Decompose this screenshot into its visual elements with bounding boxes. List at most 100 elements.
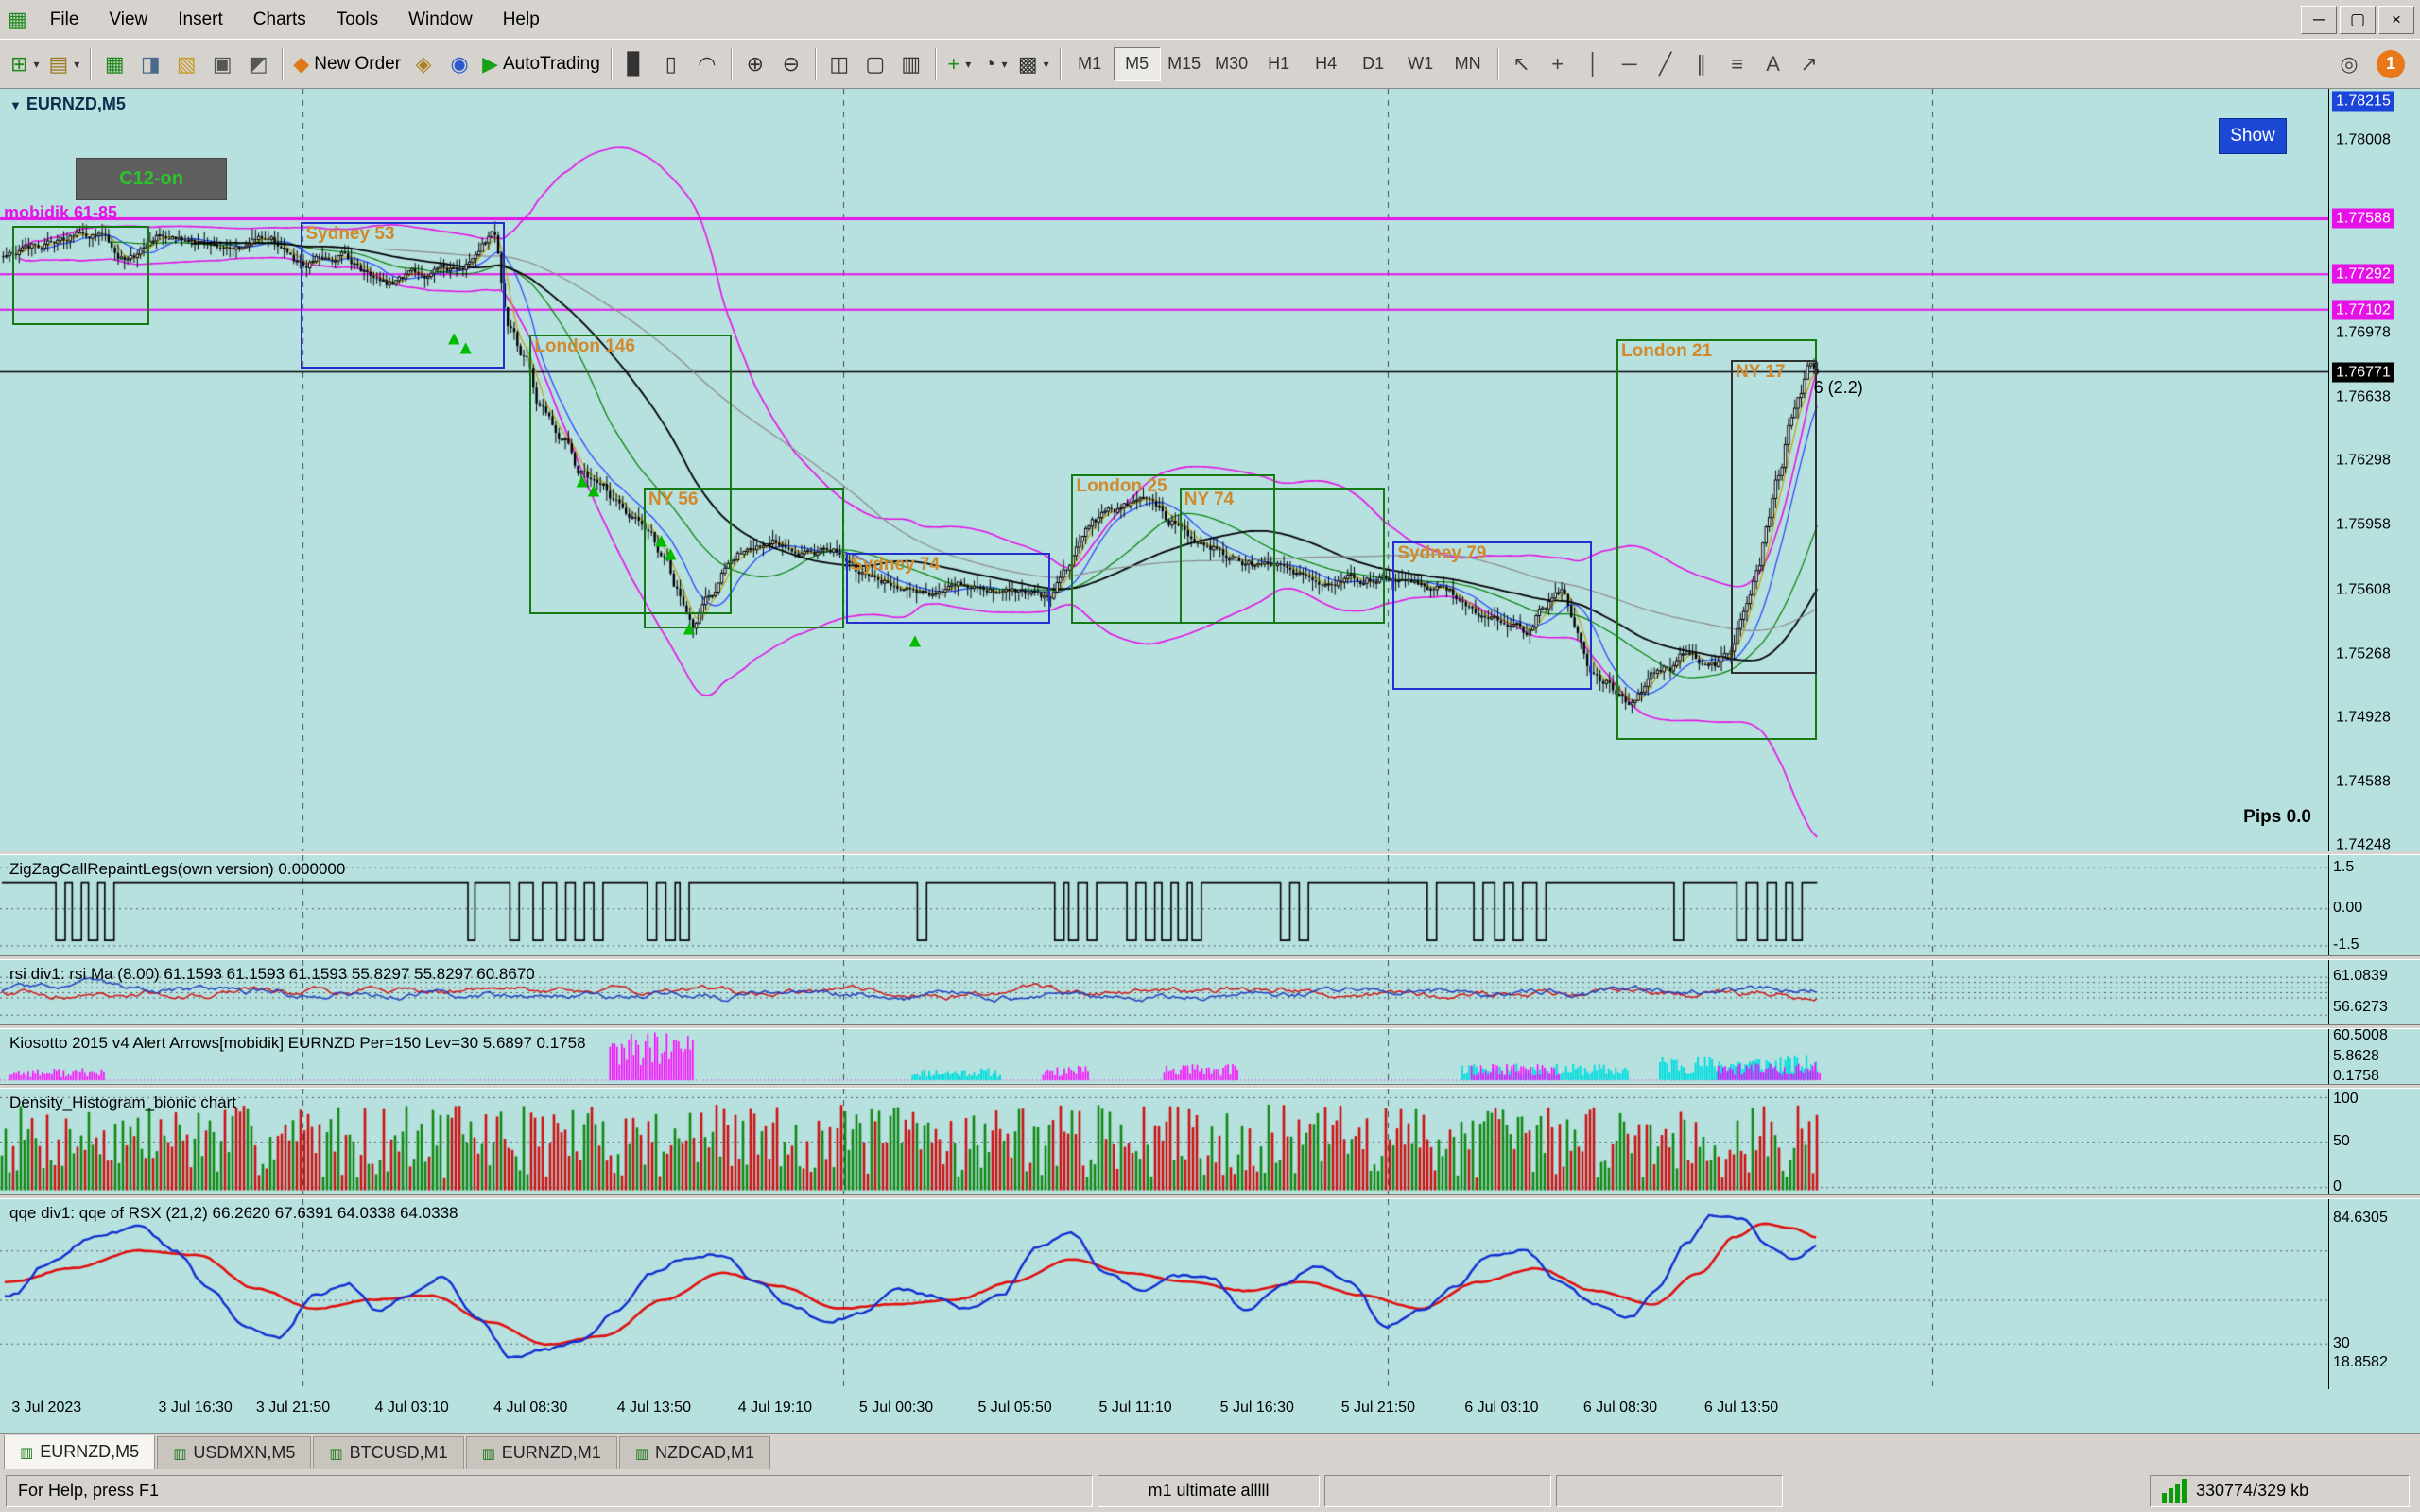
main-chart-canvas[interactable] [0, 89, 2328, 850]
cursor-tool-button[interactable]: ↖ [1504, 45, 1540, 83]
navigator-button[interactable]: ▧ [168, 45, 204, 83]
connection-bars-icon [2162, 1479, 2187, 1503]
metaeditor-button[interactable]: ◈ [406, 45, 441, 83]
chart-tab-eurnzd-m1[interactable]: ▥EURNZD,M1 [466, 1436, 617, 1469]
chart-menu-arrow-icon[interactable]: ▼ [9, 98, 22, 112]
menu-window[interactable]: Window [393, 0, 488, 39]
periods-button[interactable]: ◔▾ [977, 45, 1013, 83]
new-order-button[interactable]: ◆New Order [288, 45, 406, 83]
line-chart-button[interactable]: ◠ [689, 45, 725, 83]
zoom-in-button-icon: ⊕ [747, 52, 764, 77]
scale-label: 84.6305 [2333, 1210, 2388, 1227]
chart-annotation: 6 (2.2) [1814, 378, 1863, 398]
chart-tab-label: BTCUSD,M1 [350, 1443, 448, 1463]
buy-arrow-icon: ▲ [584, 480, 604, 500]
rsi-area[interactable]: rsi div1: rsi Ma (8.00) 61.1593 61.1593 … [0, 960, 2328, 1024]
time-label: 5 Jul 21:50 [1341, 1400, 1415, 1417]
status-help: For Help, press F1 [6, 1475, 1093, 1507]
search-button[interactable]: ◎ [2331, 45, 2367, 83]
scale-label: 1.5 [2333, 859, 2354, 876]
price-scale-label: 1.76771 [2332, 362, 2394, 382]
minimize-button[interactable]: ─ [2301, 6, 2337, 34]
toolbar-separator [731, 48, 732, 80]
kiosotto-area[interactable]: Kiosotto 2015 v4 Alert Arrows[mobidik] E… [0, 1029, 2328, 1084]
new-order-button-icon: ◆ [293, 52, 309, 77]
fibonacci-tool-button[interactable]: ≡ [1720, 45, 1755, 83]
vertical-line-tool-button[interactable]: │ [1576, 45, 1612, 83]
autotrading-button[interactable]: ▶AutoTrading [477, 45, 605, 83]
experts-button[interactable]: ◉ [441, 45, 477, 83]
menu-charts[interactable]: Charts [238, 0, 321, 39]
text-tool-button[interactable]: A [1755, 45, 1791, 83]
data-window-button[interactable]: ◨ [132, 45, 168, 83]
qqe-scale: 84.63053018.8582 [2328, 1199, 2420, 1389]
timeframe-h1-button[interactable]: H1 [1255, 47, 1303, 81]
horizontal-line-tool-button[interactable]: ─ [1612, 45, 1648, 83]
indicators-button[interactable]: +▾ [942, 45, 977, 83]
cascade-windows-button[interactable]: ▢ [857, 45, 893, 83]
profiles-button[interactable]: ▤▾ [43, 45, 84, 83]
chart-tab-label: EURNZD,M5 [40, 1442, 139, 1462]
menu-view[interactable]: View [94, 0, 163, 39]
pips-label: Pips 0.0 [2243, 807, 2311, 828]
timeframe-w1-button[interactable]: W1 [1397, 47, 1444, 81]
chevron-down-icon[interactable]: ▾ [1044, 58, 1049, 71]
chart-tab-nzdcad-m1[interactable]: ▥NZDCAD,M1 [619, 1436, 770, 1469]
restore-button[interactable]: ▢ [2340, 6, 2376, 34]
arrow-tool-button[interactable]: ↗ [1791, 45, 1827, 83]
zigzag-area[interactable]: ZigZagCallRepaintLegs(own version) 0.000… [0, 855, 2328, 955]
main-chart-area[interactable]: ▼ EURNZD,M5 C12-on mobidik 61-85 Show Pi… [0, 89, 2328, 850]
zoom-out-button[interactable]: ⊖ [773, 45, 809, 83]
chart-tab-usdmxn-m5[interactable]: ▥USDMXN,M5 [157, 1436, 311, 1469]
menu-file[interactable]: File [35, 0, 95, 39]
timeframe-m15-button[interactable]: M15 [1161, 47, 1208, 81]
menu-tools[interactable]: Tools [321, 0, 393, 39]
main-chart-pane: ▼ EURNZD,M5 C12-on mobidik 61-85 Show Pi… [0, 89, 2420, 850]
chevron-down-icon[interactable]: ▾ [33, 58, 39, 71]
timeframe-m5-button[interactable]: M5 [1114, 47, 1161, 81]
candlestick-chart-button[interactable]: ▯ [653, 45, 689, 83]
templates-button[interactable]: ▩▾ [1013, 45, 1054, 83]
timeframe-d1-button[interactable]: D1 [1350, 47, 1397, 81]
market-watch-button[interactable]: ▦ [96, 45, 132, 83]
trendline-tool-button[interactable]: ╱ [1648, 45, 1684, 83]
session-label: NY 74 [1184, 490, 1234, 510]
strategy-tester-button[interactable]: ◩ [240, 45, 276, 83]
chevron-down-icon[interactable]: ▾ [74, 58, 79, 71]
density-area[interactable]: Density_Histogram_bionic chart [0, 1089, 2328, 1194]
show-button[interactable]: Show [2219, 118, 2287, 154]
terminal-button[interactable]: ▣ [204, 45, 240, 83]
chart-tab-btcusd-m1[interactable]: ▥BTCUSD,M1 [313, 1436, 463, 1469]
price-scale-label: 1.75958 [2332, 514, 2391, 534]
kiosotto-pane: Kiosotto 2015 v4 Alert Arrows[mobidik] E… [0, 1029, 2420, 1084]
chart-tab-label: NZDCAD,M1 [655, 1443, 754, 1463]
timeframe-m30-button[interactable]: M30 [1208, 47, 1255, 81]
chevron-down-icon[interactable]: ▾ [965, 58, 971, 71]
close-button[interactable]: × [2378, 6, 2414, 34]
new-chart-button[interactable]: ⊞▾ [6, 45, 43, 83]
chevron-down-icon[interactable]: ▾ [1001, 58, 1007, 71]
arrange-windows-button[interactable]: ▥ [893, 45, 929, 83]
price-scale-label: 1.77588 [2332, 209, 2394, 229]
timeframe-h4-button[interactable]: H4 [1303, 47, 1350, 81]
qqe-area[interactable]: qqe div1: qqe of RSX (21,2) 66.2620 67.6… [0, 1199, 2328, 1389]
timeframe-mn-button[interactable]: MN [1444, 47, 1492, 81]
chart-tab-bar: ▥EURNZD,M5▥USDMXN,M5▥BTCUSD,M1▥EURNZD,M1… [0, 1433, 2420, 1469]
price-scale-label: 1.77102 [2332, 300, 2394, 319]
bar-chart-button[interactable]: ▊ [617, 45, 653, 83]
toolbar-separator [282, 48, 283, 80]
status-template-name: m1 ultimate alllll [1098, 1475, 1320, 1507]
time-axis: 3 Jul 20233 Jul 16:303 Jul 21:504 Jul 03… [0, 1389, 2420, 1433]
chart-tab-eurnzd-m5[interactable]: ▥EURNZD,M5 [4, 1435, 155, 1469]
zoom-in-button[interactable]: ⊕ [737, 45, 773, 83]
news-badge[interactable]: 1 [2377, 50, 2405, 78]
tile-windows-button[interactable]: ◫ [821, 45, 857, 83]
menu-help[interactable]: Help [488, 0, 555, 39]
menu-insert[interactable]: Insert [163, 0, 238, 39]
crosshair-tool-button[interactable]: + [1540, 45, 1576, 83]
timeframe-m1-button[interactable]: M1 [1066, 47, 1114, 81]
scale-label: -1.5 [2333, 936, 2360, 954]
status-bar: For Help, press F1 m1 ultimate alllll 33… [0, 1469, 2420, 1512]
channel-tool-button[interactable]: ∥ [1684, 45, 1720, 83]
tile-windows-button-icon: ◫ [829, 52, 849, 77]
